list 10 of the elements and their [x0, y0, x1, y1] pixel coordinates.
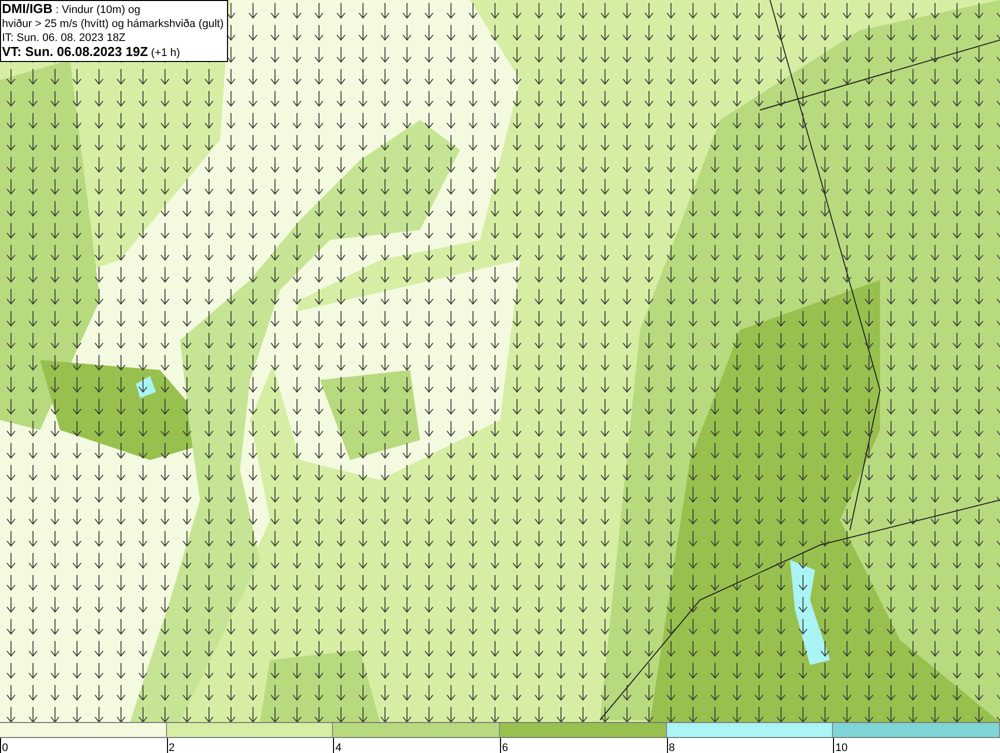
legend-text: DMI/IGB : Vindur (10m) og — [2, 2, 142, 17]
scale-label: 6 — [501, 742, 508, 753]
legend-text: VT: Sun. 06.08.2023 19Z (+1 h) — [2, 45, 182, 60]
scale-label: 10 — [834, 742, 848, 753]
scale-label: 2 — [168, 742, 175, 753]
scale-label: 0 — [1, 742, 8, 753]
scale-label: 4 — [334, 742, 342, 753]
scale-label: 8 — [668, 742, 675, 753]
legend-text: hviður > 25 m/s (hvítt) og hámarkshviða (gult) — [2, 17, 224, 31]
legend-text: IT: Sun. 06. 08. 2023 18Z — [2, 31, 127, 45]
